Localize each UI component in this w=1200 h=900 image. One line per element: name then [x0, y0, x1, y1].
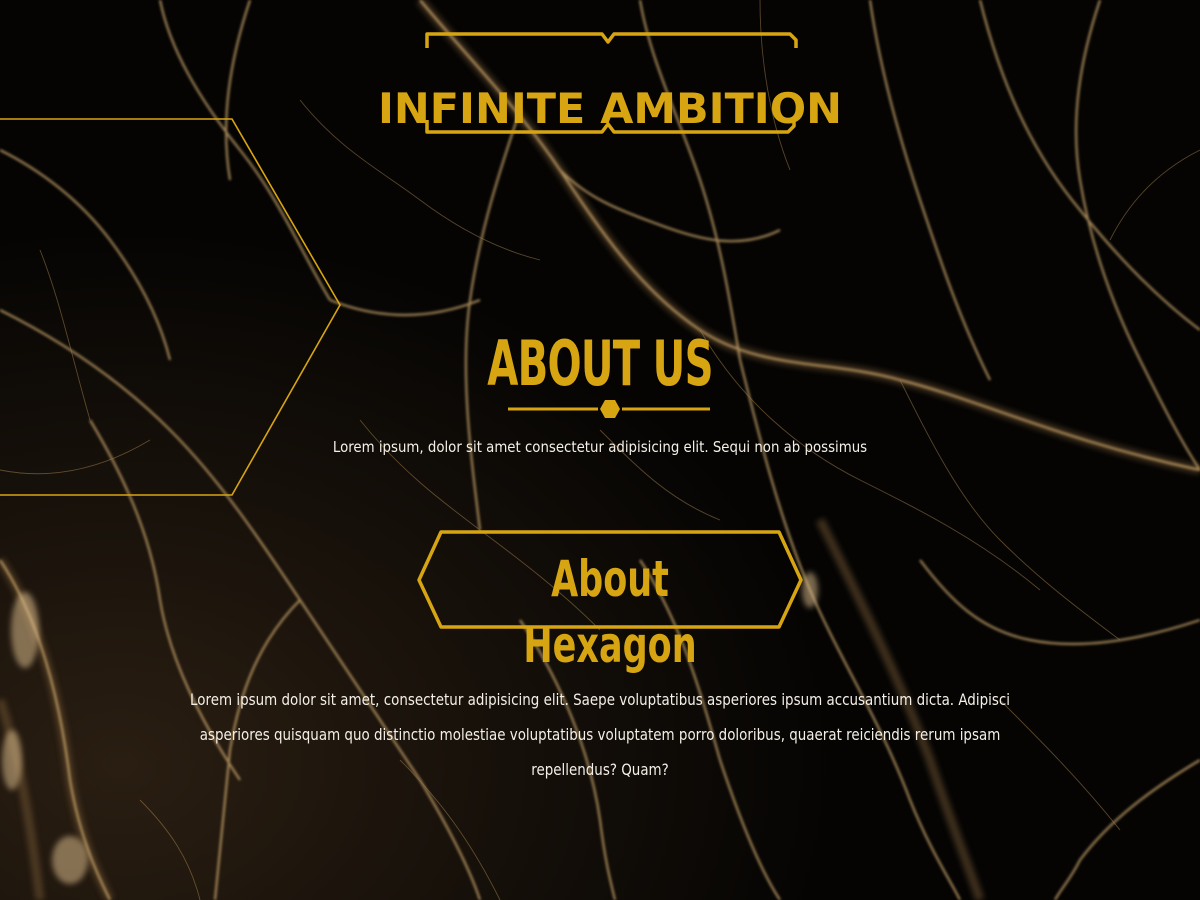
logo-text: INFINITE AMBITION	[377, 84, 843, 133]
small-hexagon-icon	[600, 400, 620, 418]
title-underline-divider	[508, 400, 710, 418]
about-hexagon-paragraph: Lorem ipsum dolor sit amet, consectetur …	[150, 682, 1050, 787]
about-us-subtitle: Lorem ipsum, dolor sit amet consectetur …	[332, 438, 868, 456]
about-us-heading: ABOUT US	[487, 327, 713, 400]
brand-logo[interactable]: INFINITE AMBITION	[378, 28, 842, 148]
about-hexagon-button-label: About Hexagon	[523, 550, 697, 674]
about-hexagon-button[interactable]: About Hexagon	[413, 528, 807, 674]
about-hexagon-paragraph-text: Lorem ipsum dolor sit amet, consectetur …	[190, 690, 1010, 779]
